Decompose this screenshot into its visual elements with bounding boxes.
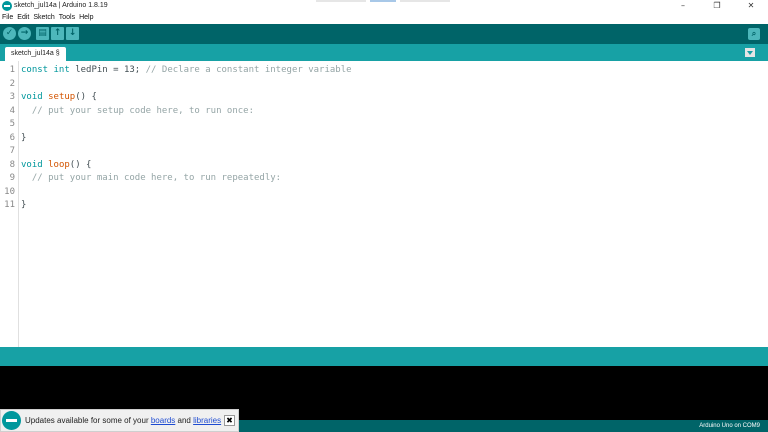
close-notification-button[interactable]: ✖ [224,415,235,426]
code-line: // put your setup code here, to run once… [21,105,254,119]
toolbar: ✓ → ▤ ↑ ↓ ⌕ [0,24,768,44]
editor-scrollbar[interactable] [760,61,768,347]
notification-prefix: Updates available for some of your [25,416,151,425]
arrow-down-icon: ↓ [68,28,77,38]
boards-link[interactable]: boards [151,416,175,425]
code-text: () { [69,159,92,170]
line-number: 8 [9,159,15,170]
line-number: 10 [4,186,15,197]
code-text: () { [75,92,97,102]
code-line: void loop() { [21,159,91,173]
update-notification: Updates available for some of your board… [0,409,239,432]
open-sketch-button[interactable]: ↑ [51,27,64,40]
code-text: } [21,132,27,143]
line-number-gutter: 1 2 3 4 5 6 7 8 9 10 11 [0,61,19,347]
menu-edit[interactable]: Edit [17,12,29,24]
code-line: void setup() { [21,91,97,105]
verify-button[interactable]: ✓ [3,27,16,40]
checkmark-icon: ✓ [5,28,14,38]
title-bar: sketch_jul14a | Arduino 1.8.19 – ❐ ✕ [0,0,768,12]
board-port-label: Arduino Uno on COM9 [699,423,760,429]
code-text: } [21,200,27,210]
save-sketch-button[interactable]: ↓ [66,27,79,40]
status-bar [0,347,768,366]
menu-help[interactable]: Help [79,12,93,24]
code-line: } [21,132,26,146]
menu-sketch[interactable]: Sketch [33,12,54,24]
notification-middle: and [175,416,194,425]
code-line: // put your main code here, to run repea… [21,172,281,186]
libraries-link[interactable]: libraries [193,416,221,425]
window-title: sketch_jul14a | Arduino 1.8.19 [14,2,108,9]
notification-text: Updates available for some of your board… [25,416,221,425]
line-number: 11 [4,200,15,210]
code-keyword: void [21,92,43,102]
new-sketch-button[interactable]: ▤ [36,27,49,40]
line-number: 6 [9,132,15,143]
line-number: 2 [9,78,15,89]
minimize-button[interactable]: – [666,0,700,12]
magnifier-icon: ⌕ [751,29,757,38]
tab-bar: sketch_jul14a § [0,44,768,61]
line-number: 9 [9,173,15,183]
line-number: 4 [9,105,15,116]
serial-monitor-button[interactable]: ⌕ [748,28,760,40]
code-text: ledPin = 13; [69,65,146,75]
background-window-hint [370,0,396,2]
close-button[interactable]: ✕ [734,0,768,12]
code-line: } [21,199,26,213]
window-controls: – ❐ ✕ [666,0,768,12]
line-number: 3 [9,92,15,102]
code-editor[interactable]: 1 2 3 4 5 6 7 8 9 10 11 const int ledPin… [0,61,768,347]
code-comment: // Declare a constant integer variable [145,65,352,75]
line-number: 7 [9,146,15,156]
line-number: 1 [9,65,15,75]
menu-bar: File Edit Sketch Tools Help [0,12,768,24]
tab-menu-button[interactable] [745,48,755,57]
tab-sketch[interactable]: sketch_jul14a § [5,47,66,61]
code-line: const int ledPin = 13; // Declare a cons… [21,64,352,78]
menu-tools[interactable]: Tools [59,12,75,24]
background-window-hint [316,0,366,2]
code-function: loop [42,159,70,170]
upload-button[interactable]: → [18,27,31,40]
restore-button[interactable]: ❐ [700,0,734,12]
arrow-up-icon: ↑ [53,28,62,38]
arduino-logo-icon [2,1,12,11]
arrow-right-icon: → [20,28,29,38]
arduino-logo-icon [2,411,21,430]
code-keyword: const int [21,65,70,75]
new-file-icon: ▤ [38,28,47,38]
code-function: setup [42,92,76,102]
code-comment: // put your main code here, to run repea… [31,173,282,183]
code-comment: // put your setup code here, to run once… [31,105,255,116]
code-keyword: void [21,159,43,170]
line-number: 5 [9,119,15,129]
menu-file[interactable]: File [2,12,13,24]
background-window-hint [400,0,450,2]
